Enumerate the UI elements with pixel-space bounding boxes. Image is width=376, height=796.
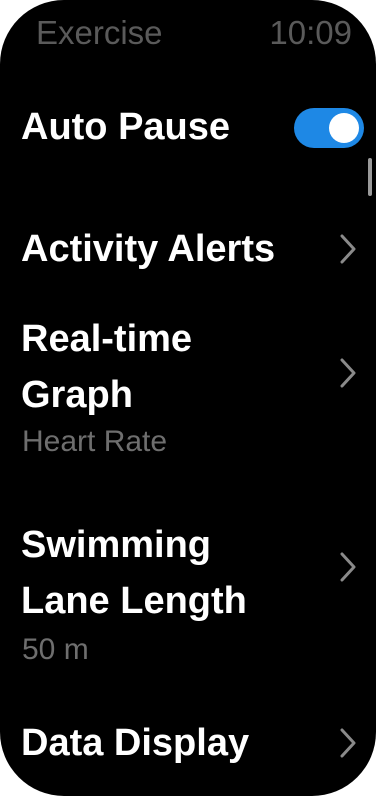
- chevron-right-icon: [340, 234, 356, 264]
- data-display-label: Data Display: [21, 722, 250, 764]
- activity-alerts-label: Activity Alerts: [21, 228, 276, 270]
- watch-screen: Exercise 10:09 Auto Pause Activity Alert…: [0, 0, 376, 796]
- auto-pause-label: Auto Pause: [21, 106, 231, 148]
- swimming-lane-length-label-line2: Lane Length: [21, 580, 247, 622]
- scrollbar[interactable]: [368, 158, 372, 196]
- swimming-lane-length-value: 50 m: [22, 633, 89, 666]
- auto-pause-toggle[interactable]: [294, 108, 364, 148]
- real-time-graph-label-line2: Graph: [21, 374, 133, 416]
- swimming-lane-length-label-line1: Swimming: [21, 524, 212, 566]
- chevron-right-icon: [340, 358, 356, 388]
- activity-alerts-row[interactable]: Activity Alerts: [0, 218, 376, 280]
- chevron-right-icon: [340, 728, 356, 758]
- swimming-lane-length-row[interactable]: Swimming Lane Length 50 m: [0, 516, 376, 676]
- toggle-knob: [329, 113, 359, 143]
- chevron-right-icon: [340, 552, 356, 582]
- real-time-graph-label-line1: Real-time: [21, 318, 193, 360]
- data-display-row[interactable]: Data Display: [0, 712, 376, 774]
- real-time-graph-value: Heart Rate: [22, 425, 168, 458]
- real-time-graph-row[interactable]: Real-time Graph Heart Rate: [0, 310, 376, 470]
- auto-pause-row[interactable]: Auto Pause: [0, 96, 376, 158]
- settings-list: Auto Pause Activity Alerts Real-time Gra…: [0, 0, 376, 796]
